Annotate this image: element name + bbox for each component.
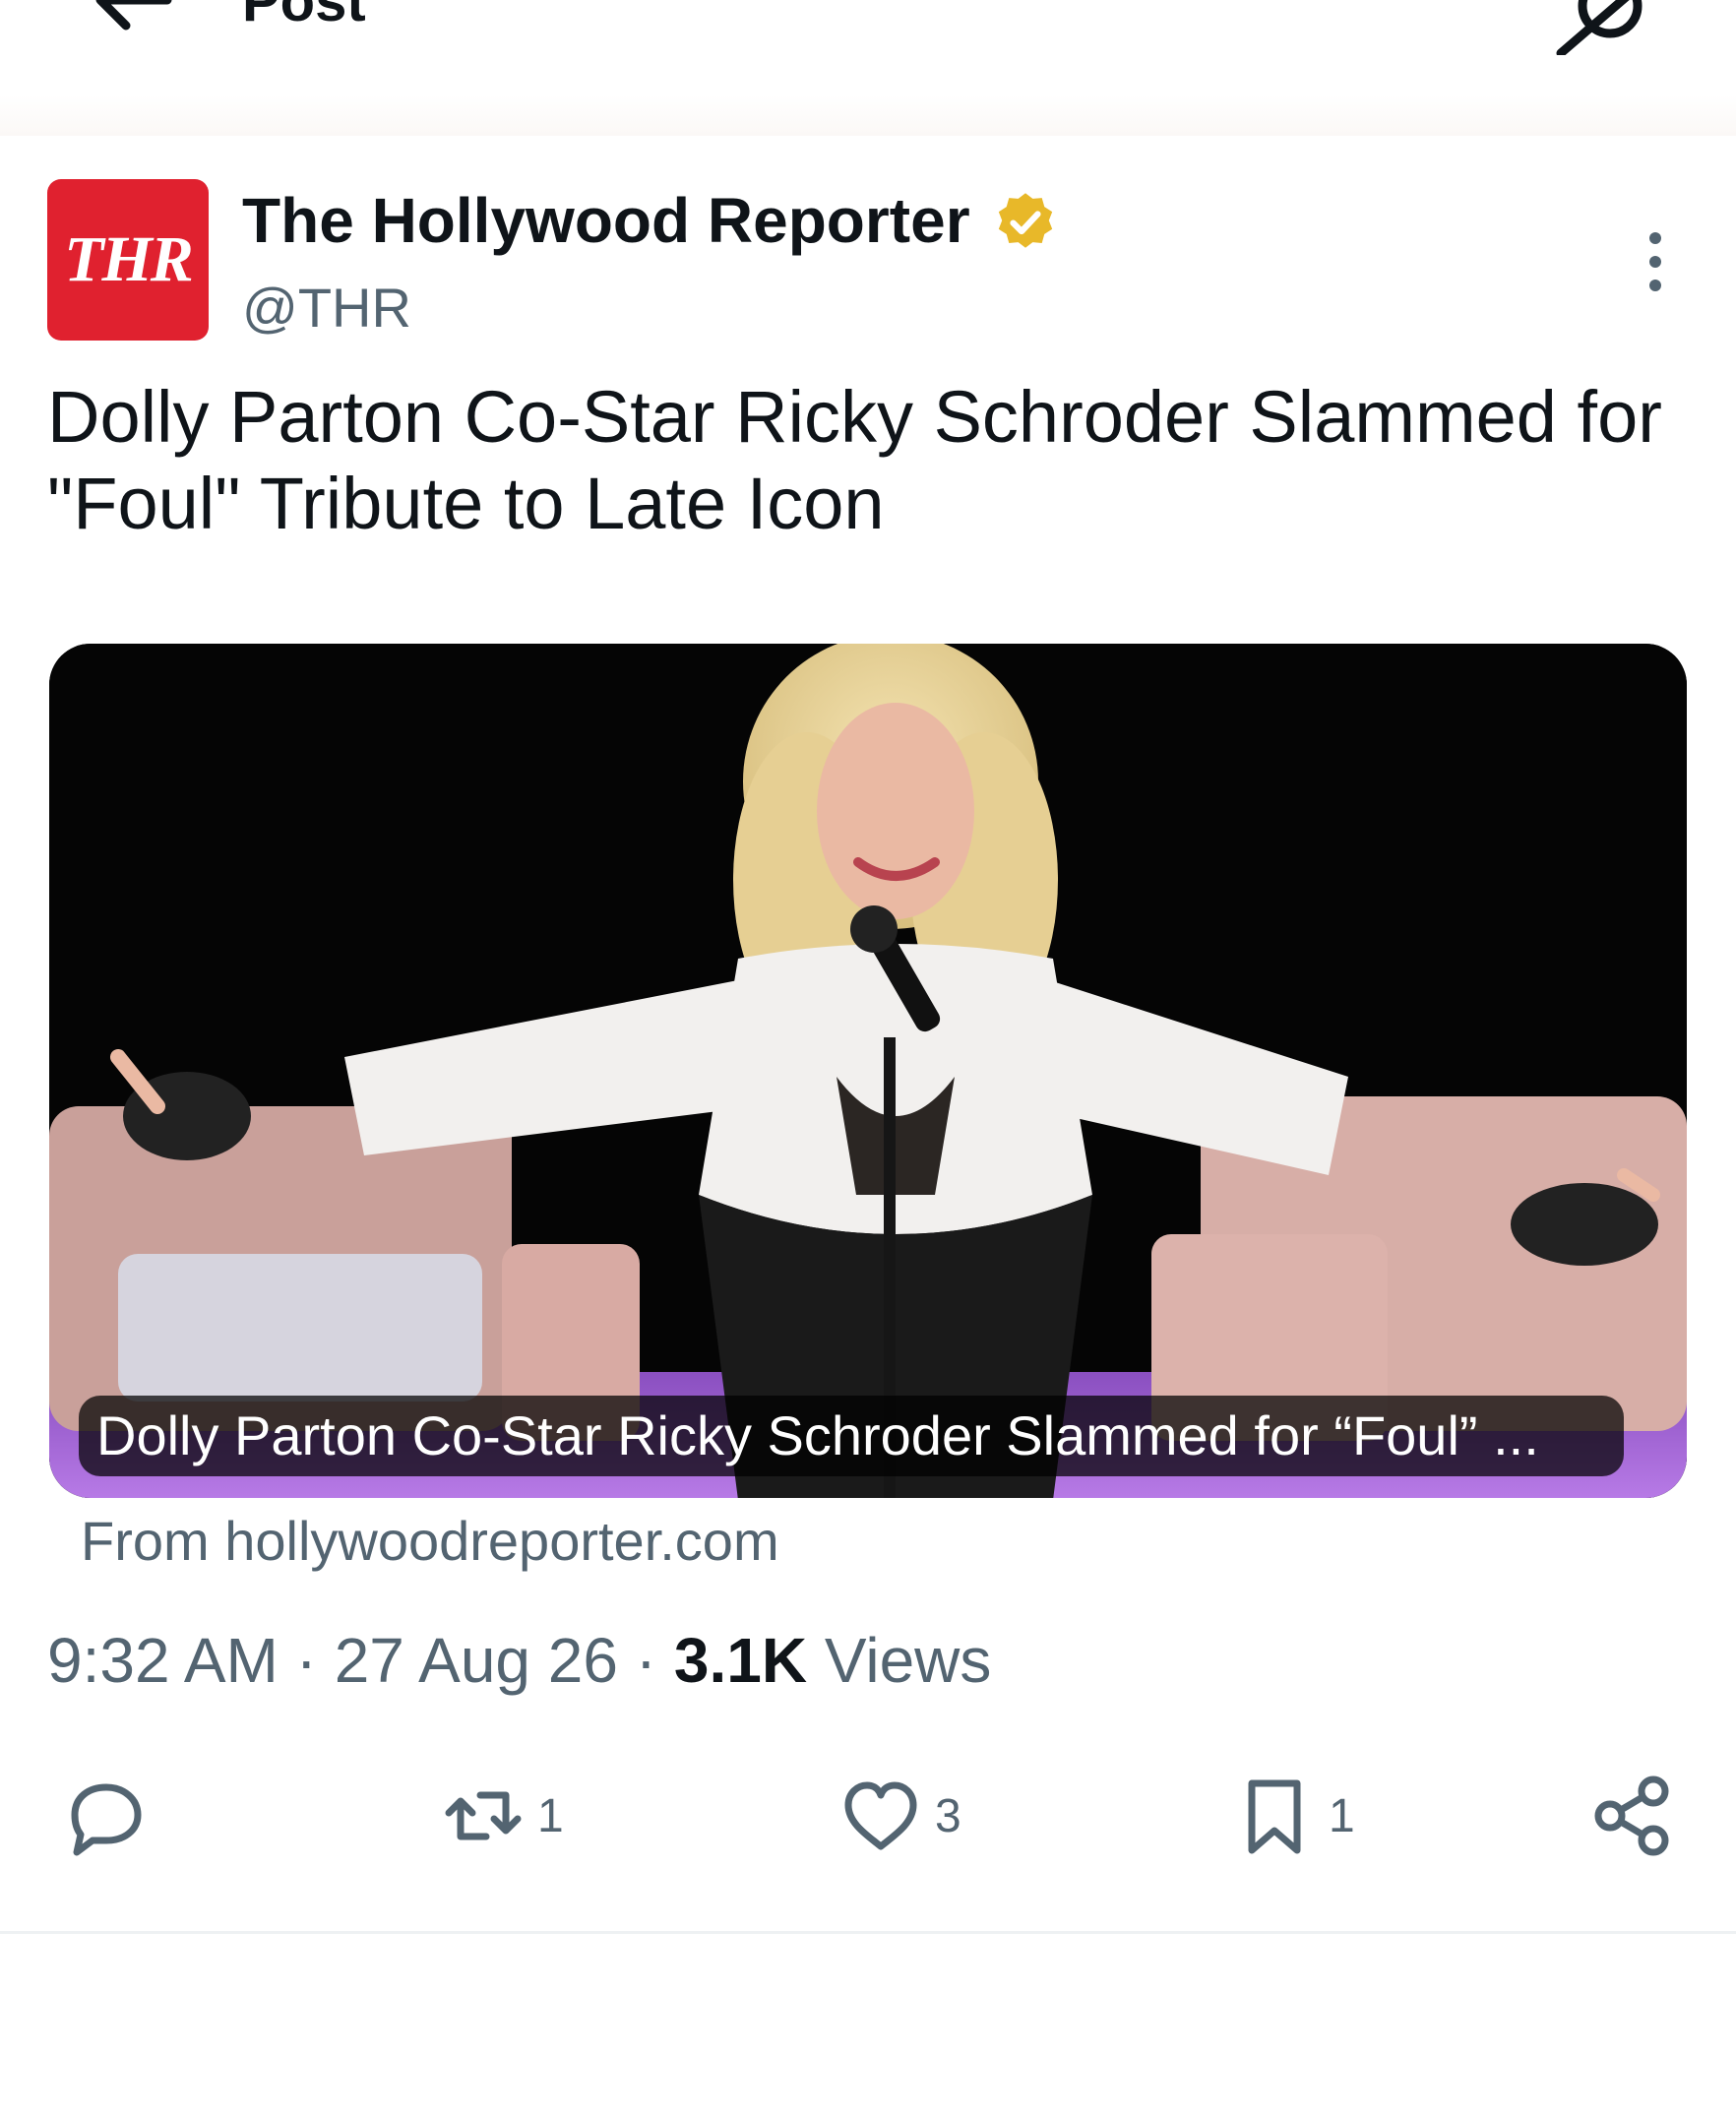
link-card-title: Dolly Parton Co-Star Ricky Schroder Slam… [79, 1396, 1624, 1476]
arrow-left-icon[interactable] [87, 0, 175, 39]
top-bar: Post [0, 0, 1736, 136]
avatar-logo-text: THR [64, 223, 194, 295]
post-metadata: 9:32 AM · 27 Aug 26 · 3.1K Views [47, 1624, 991, 1697]
meta-separator: · [617, 1625, 674, 1696]
verified-badge-icon [998, 193, 1053, 248]
views-label: Views [807, 1625, 992, 1696]
bookmark-button[interactable]: 1 [1230, 1772, 1355, 1860]
page-title: Post [242, 0, 366, 33]
repost-button[interactable]: 1 [439, 1772, 564, 1860]
share-button[interactable] [1588, 1772, 1677, 1860]
post-text: Dolly Parton Co-Star Ricky Schroder Slam… [47, 376, 1662, 544]
like-count: 3 [935, 1789, 961, 1842]
divider [0, 1931, 1736, 1934]
share-icon [1594, 1775, 1669, 1856]
author-handle[interactable]: @THR [242, 278, 411, 339]
reply-icon [71, 1783, 142, 1856]
views-count[interactable]: 3.1K [674, 1625, 807, 1696]
post-time: 9:32 AM [47, 1625, 279, 1696]
reply-button[interactable] [57, 1772, 155, 1860]
author-name[interactable]: The Hollywood Reporter [242, 185, 970, 256]
more-options-icon[interactable] [1634, 228, 1677, 295]
like-button[interactable]: 3 [837, 1772, 961, 1860]
repost-count: 1 [537, 1789, 564, 1842]
bookmark-count: 1 [1329, 1789, 1355, 1842]
meta-separator: · [278, 1625, 335, 1696]
avatar[interactable]: THR [47, 179, 209, 341]
link-card[interactable]: Dolly Parton Co-Star Ricky Schroder Slam… [49, 644, 1687, 1498]
bookmark-icon [1248, 1779, 1301, 1854]
grok-icon[interactable] [1555, 0, 1653, 55]
repost-icon [445, 1791, 522, 1840]
post-date: 27 Aug 26 [334, 1625, 618, 1696]
heart-icon [844, 1781, 917, 1850]
article-photo [49, 644, 1687, 1498]
link-card-source[interactable]: From hollywoodreporter.com [81, 1510, 779, 1573]
